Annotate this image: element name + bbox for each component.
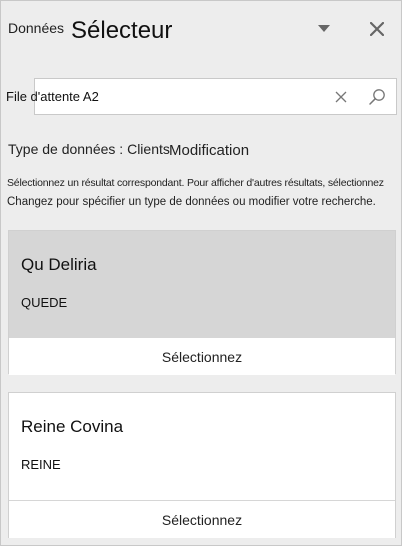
pane-header: Données Sélecteur	[1, 1, 401, 59]
selector-pane: Données Sélecteur Type de données : C	[0, 0, 402, 546]
select-result-button[interactable]: Sélectionnez	[9, 337, 395, 375]
search-input[interactable]	[6, 89, 296, 104]
result-code: REINE	[21, 457, 61, 472]
pane-crumb: Données	[8, 20, 65, 36]
result-name: Reine Covina	[21, 417, 124, 436]
search-button[interactable]	[368, 88, 386, 106]
clear-search-button[interactable]	[333, 89, 349, 105]
result-card-body[interactable]: Reine Covina REINE	[9, 393, 395, 500]
caret-down-icon	[318, 25, 330, 32]
results-hint-line-1: Sélectionnez un résultat correspondant. …	[7, 177, 384, 189]
results-hint-line-2: Changez pour spécifier un type de donnée…	[7, 196, 376, 208]
clear-icon	[335, 91, 347, 103]
search-icon	[369, 89, 385, 105]
pane-title: Sélecteur	[71, 17, 173, 44]
data-type-label: Type de données : Clients	[8, 141, 170, 157]
close-icon	[370, 22, 384, 36]
result-card[interactable]: Qu Deliria QUEDE Sélectionnez	[8, 230, 396, 375]
result-name: Qu Deliria	[21, 255, 97, 274]
search-box	[6, 78, 397, 115]
pane-options-button[interactable]	[312, 17, 336, 41]
result-card-body[interactable]: Qu Deliria QUEDE	[9, 231, 395, 337]
select-result-button[interactable]: Sélectionnez	[9, 500, 395, 538]
result-card[interactable]: Reine Covina REINE Sélectionnez	[8, 392, 396, 538]
result-code: QUEDE	[21, 295, 68, 310]
modify-data-type-link[interactable]: Modification	[169, 142, 249, 159]
close-pane-button[interactable]	[365, 17, 389, 41]
